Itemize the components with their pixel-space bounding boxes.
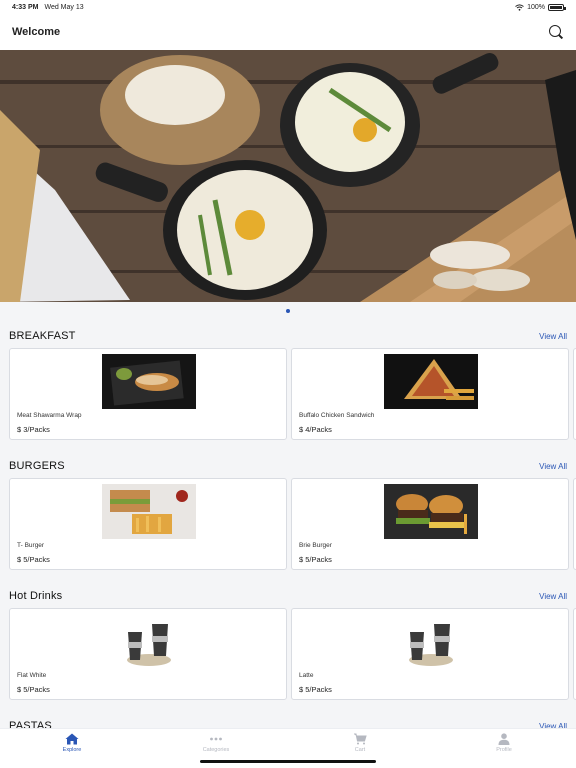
product-card[interactable]: Brie Burger $ 5/Packs — [291, 478, 569, 570]
product-price: $ 3/Packs — [17, 425, 50, 434]
cart-icon — [354, 733, 367, 745]
product-card[interactable]: Latte $ 5/Packs — [291, 608, 569, 700]
product-name: Buffalo Chicken Sandwich — [299, 412, 375, 419]
product-name: Latte — [299, 672, 314, 679]
tab-label: Explore — [62, 747, 82, 753]
product-price: $ 5/Packs — [17, 685, 50, 694]
status-bar: 4:33 PM Wed May 13 100% — [0, 0, 576, 14]
status-right: 100% — [515, 3, 566, 11]
section-breakfast: BREAKFAST View All Meat Shawarma Wrap $ … — [0, 328, 576, 440]
status-date: Wed May 13 — [44, 3, 84, 11]
product-price: $ 4/Packs — [299, 425, 332, 434]
hero-food-image — [0, 50, 576, 302]
home-indicator[interactable] — [200, 760, 376, 763]
bottom-tab-bar: Explore Categories Cart Profile — [0, 728, 576, 768]
section-hot-drinks: Hot Drinks View All Flat White $ 5/Packs… — [0, 588, 576, 700]
section-title: BURGERS — [9, 460, 65, 472]
app-header: Welcome — [0, 14, 576, 50]
product-card[interactable]: Flat White $ 5/Packs — [9, 608, 287, 700]
product-name: Meat Shawarma Wrap — [17, 412, 82, 419]
tab-label: Categories — [202, 747, 230, 753]
page-title: Welcome — [12, 26, 61, 38]
battery-percent: 100% — [527, 3, 545, 11]
product-image — [384, 614, 478, 669]
product-image — [384, 354, 478, 409]
wifi-icon — [515, 3, 524, 11]
section-title: BREAKFAST — [9, 330, 76, 342]
carousel-dot-active[interactable] — [286, 309, 290, 313]
product-image — [384, 484, 478, 539]
section-title: Hot Drinks — [9, 590, 63, 602]
search-icon[interactable] — [548, 24, 564, 40]
tab-label: Cart — [354, 747, 366, 753]
section-burgers: BURGERS View All T- Burger $ 5/Packs Bri… — [0, 458, 576, 570]
product-price: $ 5/Packs — [299, 555, 332, 564]
product-price: $ 5/Packs — [299, 685, 332, 694]
tab-explore[interactable]: Explore — [0, 729, 144, 768]
carousel-dots[interactable] — [0, 309, 576, 313]
product-price: $ 5/Packs — [17, 555, 50, 564]
view-all-link[interactable]: View All — [539, 592, 567, 601]
hero-banner[interactable] — [0, 50, 576, 302]
product-image — [102, 614, 196, 669]
home-icon — [65, 733, 79, 745]
person-icon — [498, 733, 510, 745]
status-time: 4:33 PM — [12, 3, 39, 11]
tab-profile[interactable]: Profile — [432, 729, 576, 768]
product-card[interactable]: T- Burger $ 5/Packs — [9, 478, 287, 570]
product-name: Brie Burger — [299, 542, 332, 549]
dots-icon — [210, 737, 222, 741]
product-image — [102, 354, 196, 409]
product-name: Flat White — [17, 672, 47, 679]
product-name: T- Burger — [17, 542, 45, 549]
product-image — [102, 484, 196, 539]
product-card[interactable]: Meat Shawarma Wrap $ 3/Packs — [9, 348, 287, 440]
view-all-link[interactable]: View All — [539, 332, 567, 341]
view-all-link[interactable]: View All — [539, 462, 567, 471]
product-card[interactable]: Buffalo Chicken Sandwich $ 4/Packs — [291, 348, 569, 440]
tab-label: Profile — [496, 747, 512, 753]
battery-icon — [548, 3, 566, 11]
